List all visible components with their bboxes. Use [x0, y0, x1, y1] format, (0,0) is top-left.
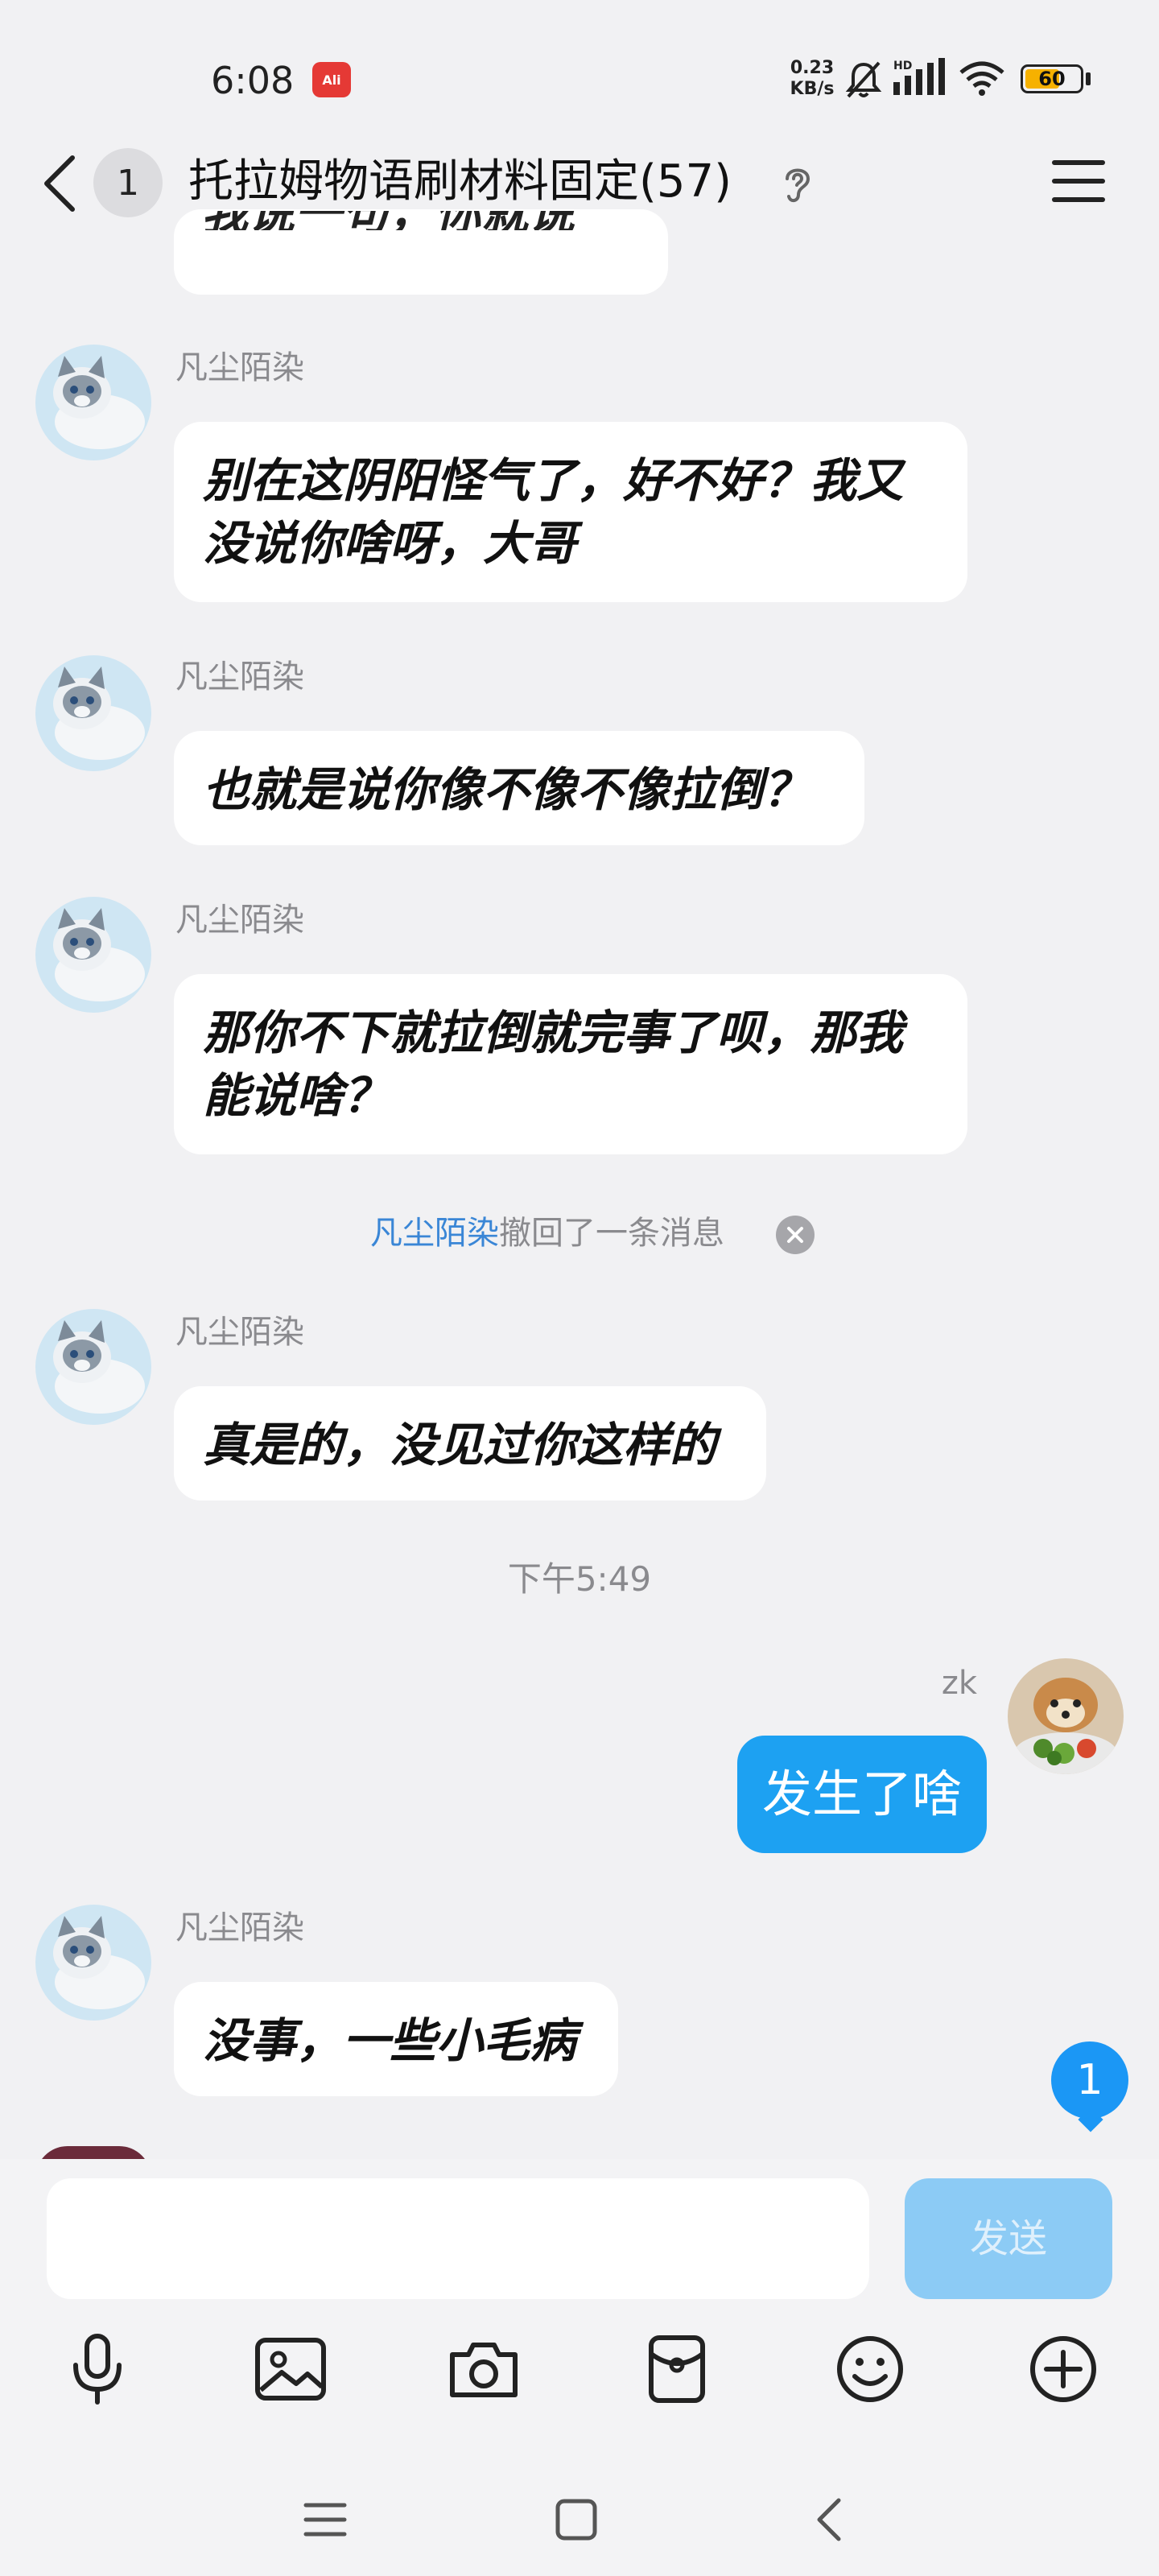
- status-time: 6:08: [211, 59, 295, 102]
- ear-icon[interactable]: [781, 161, 815, 209]
- message-bubble[interactable]: 没事，一些小毛病: [174, 1982, 618, 2096]
- unread-count-badge[interactable]: 1: [93, 148, 163, 217]
- mute-bell-icon: [845, 60, 882, 103]
- battery-level: 60: [1038, 68, 1066, 90]
- recall-text: 撤回了一条消息: [499, 1215, 724, 1252]
- recall-notice: 凡尘陌染撤回了一条消息: [0, 1211, 1159, 1256]
- nav-back-icon[interactable]: [789, 2479, 869, 2560]
- close-icon[interactable]: [776, 1216, 815, 1254]
- network-speed-value: 0.23: [790, 58, 835, 78]
- red-packet-icon[interactable]: [633, 2325, 721, 2413]
- wifi-icon: [958, 60, 1006, 100]
- home-icon[interactable]: [536, 2479, 617, 2560]
- dog-avatar[interactable]: [1008, 1658, 1124, 1774]
- signal-hd-label: HD: [893, 60, 912, 72]
- cat-avatar[interactable]: [35, 897, 151, 1013]
- my-sender-name: zk: [941, 1665, 977, 1702]
- chat-title[interactable]: 托拉姆物语刷材料固定(57): [188, 151, 732, 213]
- camera-icon[interactable]: [439, 2325, 528, 2413]
- emoji-icon[interactable]: [826, 2325, 914, 2413]
- my-message-bubble[interactable]: 发生了啥: [737, 1736, 987, 1853]
- network-speed-unit: KB/s: [790, 79, 835, 99]
- message-bubble[interactable]: 真是的，没见过你这样的: [174, 1386, 766, 1501]
- cell-signal-icon: HD: [892, 58, 948, 101]
- cat-avatar[interactable]: [35, 345, 151, 460]
- send-button[interactable]: 发送: [905, 2178, 1112, 2299]
- message-bubble[interactable]: 也就是说你像不像不像拉倒？: [174, 731, 864, 845]
- network-speed: 0.23 KB/s: [784, 58, 840, 100]
- recents-icon[interactable]: [285, 2479, 365, 2560]
- sender-name: 凡尘陌染: [175, 1909, 304, 1946]
- sender-name: 凡尘陌染: [175, 349, 304, 386]
- time-divider: 下午5:49: [507, 1559, 652, 1599]
- cat-avatar[interactable]: [35, 1905, 151, 2021]
- message-bubble[interactable]: 别在这阴阳怪气了，好不好？我又没说你啥呀，大哥: [174, 422, 967, 602]
- battery-nub: [1086, 72, 1091, 85]
- sender-name: 凡尘陌染: [175, 1314, 304, 1351]
- microphone-icon[interactable]: [53, 2325, 142, 2413]
- recall-sender-name[interactable]: 凡尘陌染: [370, 1215, 499, 1252]
- cat-avatar[interactable]: [35, 655, 151, 771]
- message-input[interactable]: [47, 2178, 869, 2299]
- message-bubble[interactable]: 那你不下就拉倒就完事了呗，那我能说啥？: [174, 974, 967, 1154]
- back-arrow-icon[interactable]: [39, 153, 79, 217]
- image-icon[interactable]: [246, 2325, 335, 2413]
- sender-name: 凡尘陌染: [175, 902, 304, 939]
- menu-icon[interactable]: [1051, 158, 1106, 208]
- plus-icon[interactable]: [1019, 2325, 1107, 2413]
- new-message-badge[interactable]: 1: [1051, 2041, 1128, 2119]
- battery-icon: 60: [1021, 64, 1083, 93]
- sender-name: 凡尘陌染: [175, 658, 304, 696]
- app-notification-icon: Ali: [312, 62, 351, 97]
- cat-avatar[interactable]: [35, 1309, 151, 1425]
